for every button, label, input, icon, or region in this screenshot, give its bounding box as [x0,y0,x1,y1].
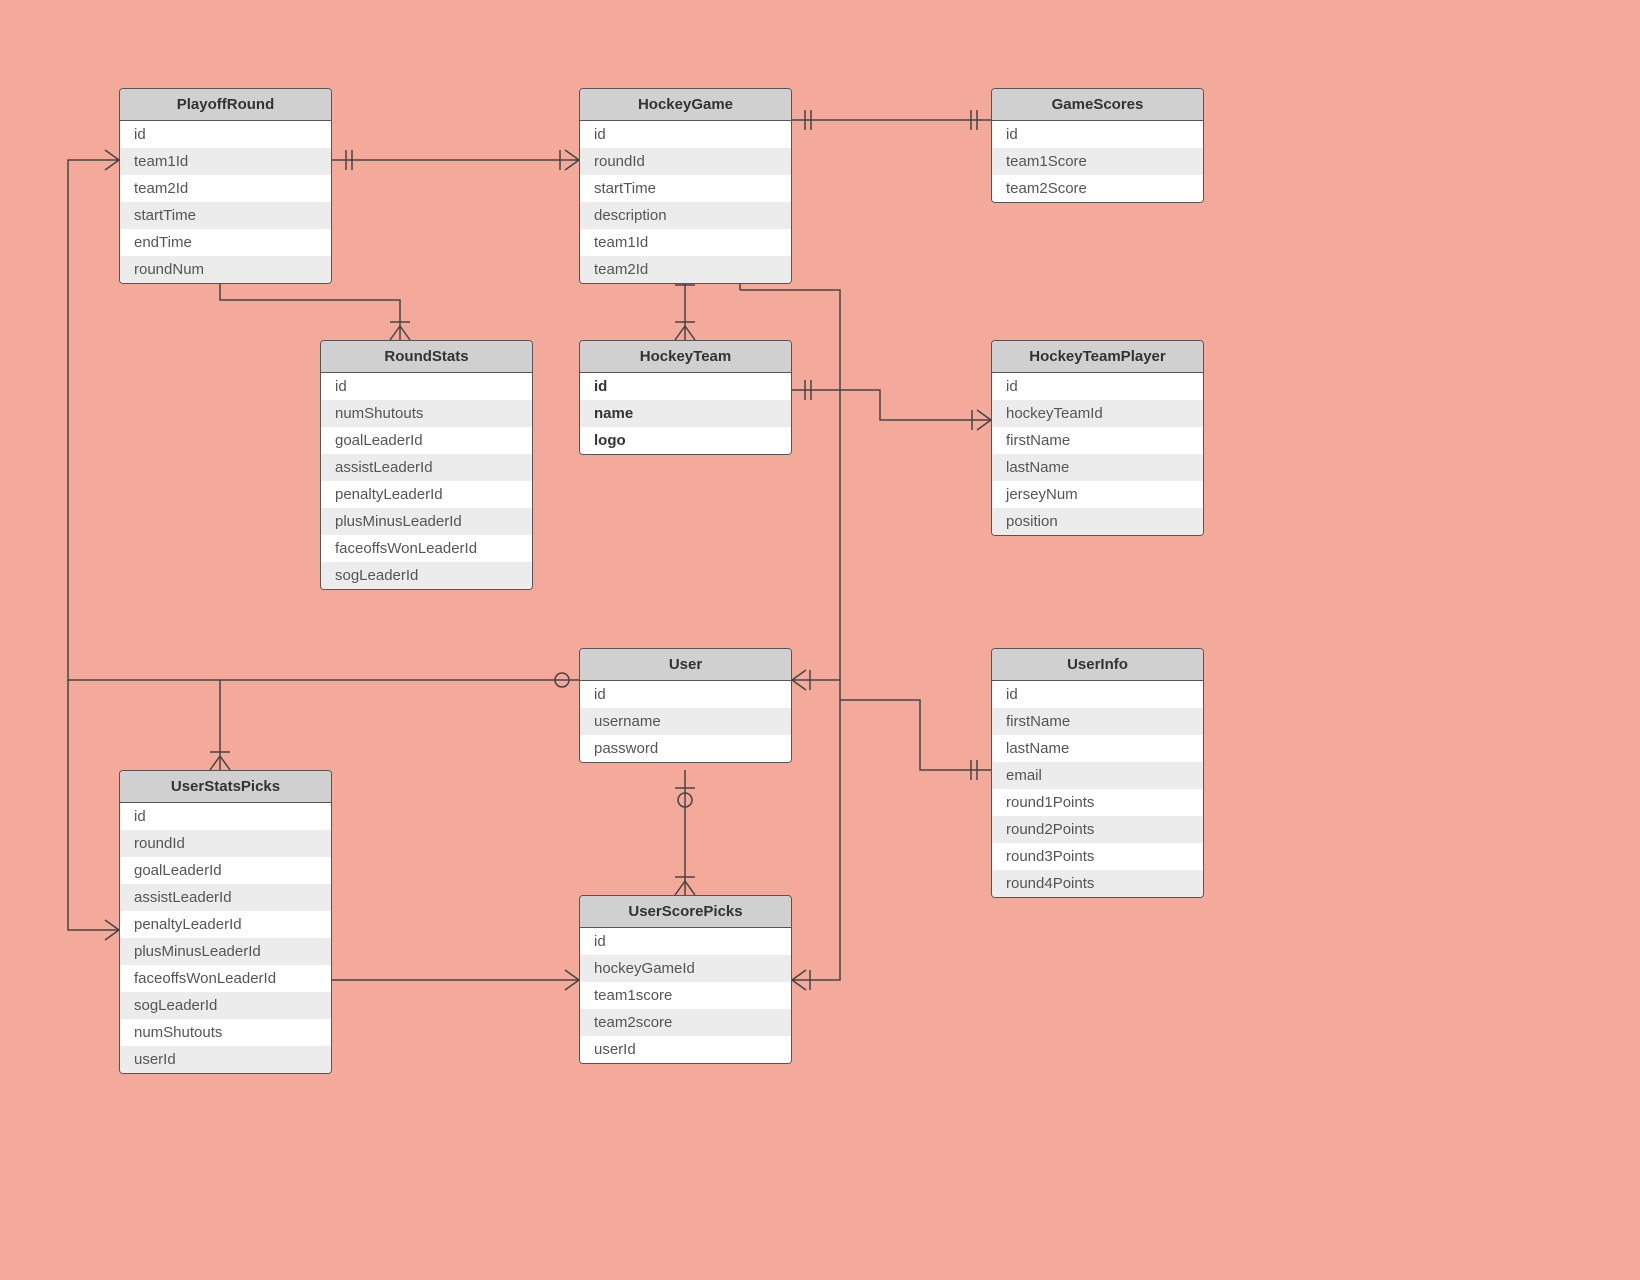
entity-field: id [580,928,791,955]
entity-field: roundId [580,148,791,175]
entity-field: roundNum [120,256,331,283]
entity-field: id [120,121,331,148]
entity-field: id [580,681,791,708]
entity-title: UserStatsPicks [120,771,331,803]
entity-field: id [120,803,331,830]
entity-user-info: UserInfo id firstName lastName email rou… [991,648,1204,898]
entity-field: penaltyLeaderId [321,481,532,508]
entity-field: jerseyNum [992,481,1203,508]
entity-round-stats: RoundStats id numShutouts goalLeaderId a… [320,340,533,590]
entity-field: userId [120,1046,331,1073]
entity-field: startTime [580,175,791,202]
entity-field: id [992,373,1203,400]
entity-field: roundId [120,830,331,857]
entity-title: HockeyGame [580,89,791,121]
entity-field: id [992,121,1203,148]
entity-hockey-team-player: HockeyTeamPlayer id hockeyTeamId firstNa… [991,340,1204,536]
entity-playoff-round: PlayoffRound id team1Id team2Id startTim… [119,88,332,284]
entity-field: sogLeaderId [120,992,331,1019]
entity-field: id [992,681,1203,708]
entity-field: assistLeaderId [321,454,532,481]
entity-field: penaltyLeaderId [120,911,331,938]
entity-user-score-picks: UserScorePicks id hockeyGameId team1scor… [579,895,792,1064]
entity-field: assistLeaderId [120,884,331,911]
entity-title: RoundStats [321,341,532,373]
entity-user-stats-picks: UserStatsPicks id roundId goalLeaderId a… [119,770,332,1074]
entity-field: goalLeaderId [321,427,532,454]
entity-game-scores: GameScores id team1Score team2Score [991,88,1204,203]
entity-field: team1Id [580,229,791,256]
entity-field: password [580,735,791,762]
entity-title: UserScorePicks [580,896,791,928]
entity-title: GameScores [992,89,1203,121]
entity-field: team2Id [580,256,791,283]
entity-user: User id username password [579,648,792,763]
entity-field: id [580,373,791,400]
entity-field: hockeyTeamId [992,400,1203,427]
entity-field: round3Points [992,843,1203,870]
entity-field: team2score [580,1009,791,1036]
entity-title: HockeyTeam [580,341,791,373]
entity-field: firstName [992,708,1203,735]
entity-field: id [580,121,791,148]
entity-title: HockeyTeamPlayer [992,341,1203,373]
entity-field: round2Points [992,816,1203,843]
entity-field: hockeyGameId [580,955,791,982]
entity-field: round1Points [992,789,1203,816]
entity-hockey-team: HockeyTeam id name logo [579,340,792,455]
entity-field: plusMinusLeaderId [120,938,331,965]
entity-field: numShutouts [120,1019,331,1046]
entity-title: User [580,649,791,681]
entity-field: sogLeaderId [321,562,532,589]
entity-field: firstName [992,427,1203,454]
entity-title: PlayoffRound [120,89,331,121]
entity-field: userId [580,1036,791,1063]
entity-field: lastName [992,454,1203,481]
entity-field: team2Id [120,175,331,202]
entity-field: email [992,762,1203,789]
entity-field: plusMinusLeaderId [321,508,532,535]
entity-field: team2Score [992,175,1203,202]
entity-field: username [580,708,791,735]
entity-field: team1score [580,982,791,1009]
entity-field: name [580,400,791,427]
entity-field: faceoffsWonLeaderId [120,965,331,992]
entity-field: logo [580,427,791,454]
entity-field: endTime [120,229,331,256]
entity-field: team1Score [992,148,1203,175]
entity-field: round4Points [992,870,1203,897]
entity-field: startTime [120,202,331,229]
entity-field: faceoffsWonLeaderId [321,535,532,562]
entity-hockey-game: HockeyGame id roundId startTime descript… [579,88,792,284]
entity-field: id [321,373,532,400]
entity-field: position [992,508,1203,535]
entity-field: numShutouts [321,400,532,427]
entity-field: goalLeaderId [120,857,331,884]
entity-field: description [580,202,791,229]
entity-title: UserInfo [992,649,1203,681]
entity-field: lastName [992,735,1203,762]
entity-field: team1Id [120,148,331,175]
